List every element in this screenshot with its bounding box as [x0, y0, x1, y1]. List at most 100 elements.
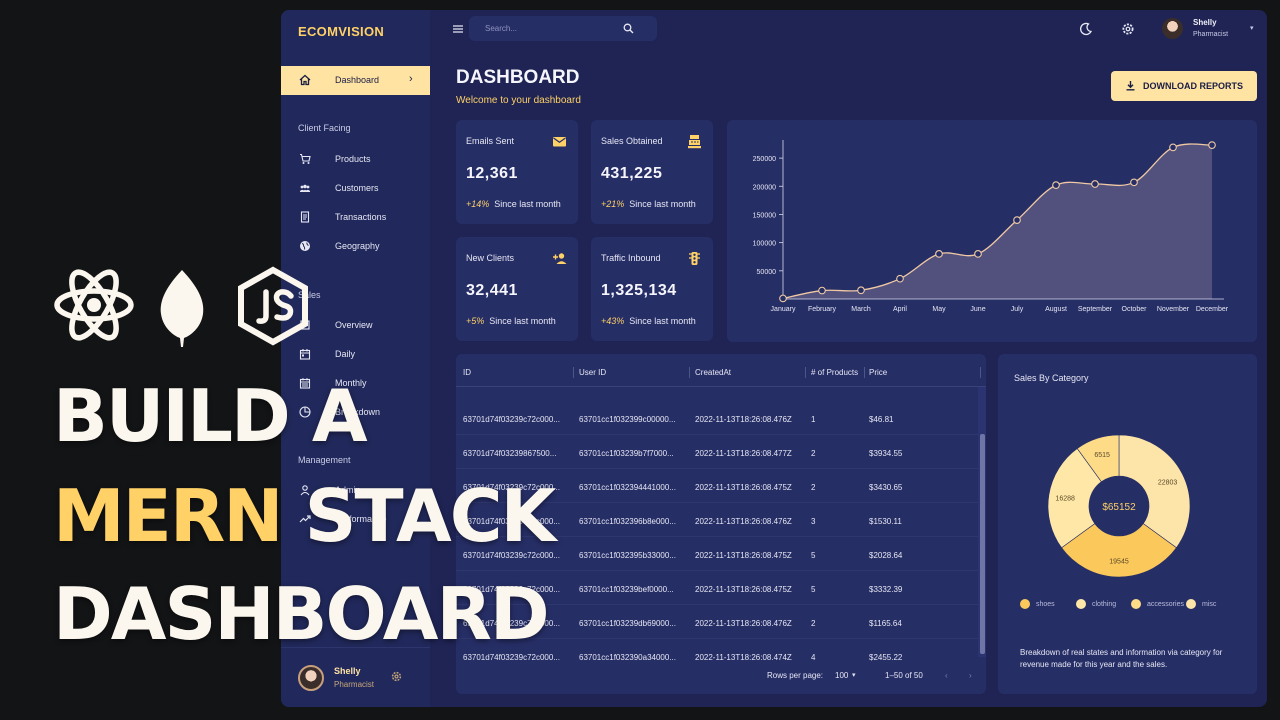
- legend-label: shoes: [1036, 601, 1055, 608]
- sidebar-item-label: Dashboard: [335, 75, 380, 85]
- sidebar-item-customers[interactable]: Customers: [281, 177, 430, 199]
- cell-products: 5: [811, 585, 816, 594]
- table-header-products[interactable]: # of Products: [811, 368, 858, 377]
- chevron-down-icon[interactable]: ▾: [852, 671, 856, 679]
- stat-value: 431,225: [601, 165, 663, 182]
- table-row[interactable]: 63701d74f03239867500... 63701cc1f03239b7…: [456, 435, 986, 469]
- chart-x-tick-label: March: [851, 306, 871, 313]
- column-separator[interactable]: [573, 367, 574, 378]
- cell-products: 2: [811, 619, 816, 628]
- sidebar-item-label: Overview: [335, 320, 373, 330]
- sales-by-category-card: Sales By Category 22803 19545 16288 6515 $65…: [998, 354, 1257, 694]
- dark-mode-icon[interactable]: [1079, 22, 1093, 36]
- rows-per-page-select[interactable]: 100: [835, 671, 848, 680]
- cell-products: 2: [811, 483, 816, 492]
- chevron-down-icon[interactable]: ▾: [1250, 24, 1254, 32]
- chart-x-tick-label: February: [808, 306, 837, 313]
- topbar-user-role: Pharmacist: [1193, 31, 1229, 38]
- stat-title: Traffic Inbound: [601, 253, 661, 263]
- groups-icon: [300, 184, 310, 192]
- table-row[interactable]: 63701d74f03239c72c000... 63701cc1f032399…: [456, 401, 986, 435]
- avatar[interactable]: [298, 665, 324, 691]
- search-input[interactable]: Search...: [469, 16, 657, 41]
- stat-description: Since last month: [629, 199, 696, 209]
- person-add-icon: [553, 253, 567, 264]
- chart-y-tick-label: 250000: [753, 156, 776, 163]
- next-page-button[interactable]: ›: [969, 671, 972, 680]
- headline-rest: STACK: [281, 474, 557, 558]
- rows-per-page-label: Rows per page:: [767, 671, 824, 680]
- pie-slice-label: 16288: [1055, 495, 1075, 502]
- table-header-price[interactable]: Price: [869, 368, 887, 377]
- sidebar-item-transactions[interactable]: Transactions: [281, 206, 430, 228]
- menu-icon[interactable]: [452, 23, 464, 35]
- pie-slice-label: 22803: [1158, 479, 1178, 486]
- stat-card-sales: Sales Obtained 431,225 +21% Since last m…: [591, 120, 713, 224]
- stat-value: 1,325,134: [601, 282, 677, 299]
- chart-data-point: [1208, 141, 1216, 149]
- table-header-user-id[interactable]: User ID: [579, 368, 606, 377]
- headline-line-3: DASHBOARD: [53, 572, 550, 656]
- chart-data-point: [1130, 178, 1138, 187]
- sidebar-user-role: Pharmacist: [334, 680, 375, 689]
- pie-slice-misc[interactable]: [1118, 434, 1191, 549]
- cell-user-id: 63701cc1f032390a34000...: [579, 653, 676, 662]
- chart-y-tick-label: 100000: [753, 241, 776, 248]
- cell-created-at: 2022-11-13T18:26:08.476Z: [695, 619, 792, 628]
- react-icon: [54, 269, 134, 341]
- chart-x-tick-label: April: [893, 306, 907, 313]
- cell-user-id: 63701cc1f03239b7f7000...: [579, 449, 674, 458]
- sidebar-item-geography[interactable]: Geography: [281, 235, 430, 257]
- cell-price: $1165.64: [869, 619, 902, 628]
- avatar[interactable]: [1162, 18, 1183, 39]
- search-placeholder: Search...: [485, 24, 518, 33]
- topbar-user-name[interactable]: Shelly: [1193, 18, 1217, 27]
- column-separator[interactable]: [689, 367, 690, 378]
- chart-x-tick-label: January: [771, 306, 796, 313]
- overview-chart-card: 50000 100000 150000 200000 250000 January Febr…: [727, 120, 1257, 342]
- sidebar-item-products[interactable]: Products: [281, 148, 430, 170]
- cell-products: 5: [811, 551, 816, 560]
- download-reports-button[interactable]: DOWNLOAD REPORTS: [1111, 71, 1257, 101]
- table-header-id[interactable]: ID: [463, 368, 471, 377]
- chart-y-tick-label: 200000: [753, 184, 776, 191]
- chart-data-point: [1169, 143, 1177, 152]
- column-separator[interactable]: [980, 367, 981, 378]
- cell-created-at: 2022-11-13T18:26:08.475Z: [695, 483, 792, 492]
- sidebar-item-label: Transactions: [335, 212, 387, 222]
- chevron-right-icon: ›: [409, 73, 413, 85]
- table-header-created-at[interactable]: CreatedAt: [695, 368, 731, 377]
- download-icon: [1126, 81, 1135, 91]
- column-separator[interactable]: [864, 367, 865, 378]
- cell-price: $1530.11: [869, 517, 902, 526]
- stat-title: New Clients: [466, 253, 515, 263]
- chart-area-fill: [783, 144, 1212, 299]
- legend-swatch: [1076, 599, 1086, 609]
- cell-price: $2028.64: [869, 551, 903, 560]
- headline-line-1: BUILD A: [53, 374, 368, 458]
- pie-slice-label: 6515: [1094, 452, 1110, 459]
- sidebar-item-daily[interactable]: Daily: [281, 343, 430, 365]
- search-icon[interactable]: [623, 23, 634, 34]
- sidebar-item-dashboard[interactable]: Dashboard ›: [281, 66, 430, 95]
- cell-products: 3: [811, 517, 816, 526]
- stat-increase: +43%: [601, 316, 625, 326]
- stat-increase: +5%: [466, 316, 485, 326]
- cell-created-at: 2022-11-13T18:26:08.475Z: [695, 585, 792, 594]
- column-separator[interactable]: [805, 367, 806, 378]
- download-reports-label: DOWNLOAD REPORTS: [1143, 81, 1243, 91]
- gear-icon[interactable]: [1121, 22, 1135, 36]
- chart-data-point: [857, 286, 865, 295]
- sidebar-section-title: Client Facing: [298, 123, 351, 133]
- chart-y-tick-label: 50000: [757, 269, 777, 276]
- brand-logo[interactable]: ECOMVISION: [298, 24, 384, 39]
- sales-by-category-donut: 22803 19545 16288 6515 $65152: [1047, 434, 1191, 578]
- cell-price: $2455.22: [869, 653, 903, 662]
- headline-line-2: MERN STACK: [53, 480, 556, 552]
- gear-icon[interactable]: [390, 670, 403, 683]
- previous-page-button[interactable]: ‹: [945, 671, 948, 680]
- table-scrollbar-thumb[interactable]: [980, 434, 985, 654]
- chart-x-tick-label: September: [1078, 306, 1113, 313]
- calendar-today-icon: [299, 349, 311, 360]
- cell-user-id: 63701cc1f032394441000...: [579, 483, 676, 492]
